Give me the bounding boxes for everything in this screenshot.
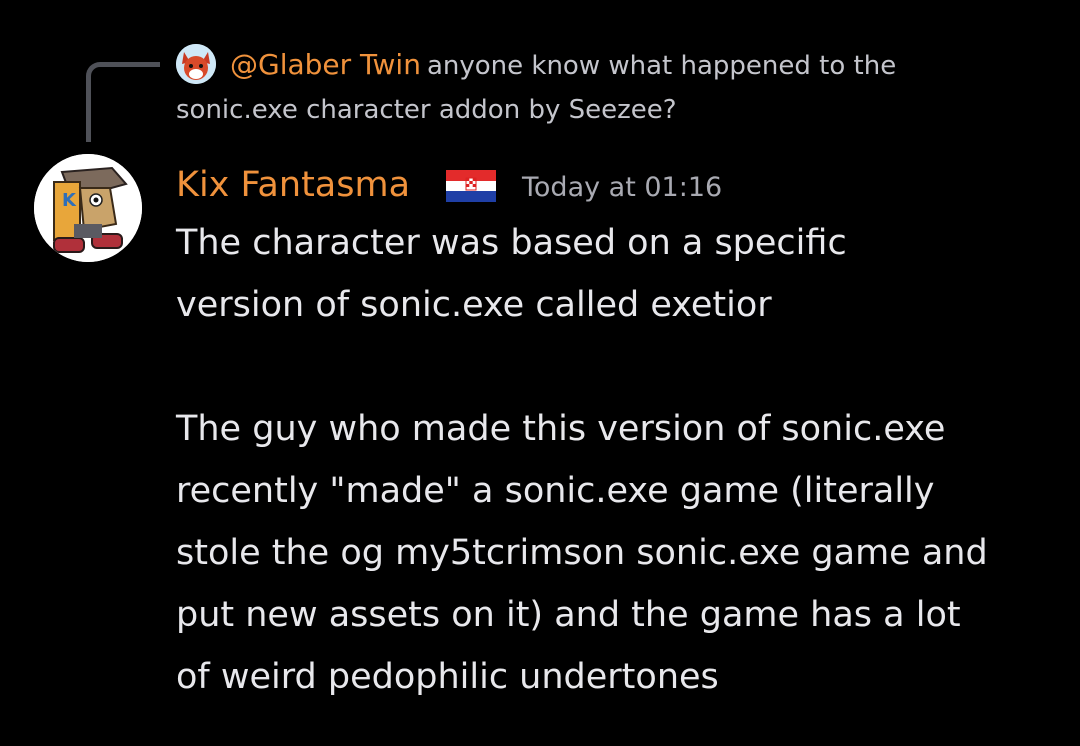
svg-text:K: K — [62, 190, 77, 211]
character-avatar-icon: K — [34, 154, 142, 262]
avatar[interactable]: K — [34, 154, 142, 262]
author-name[interactable]: Kix Fantasma — [176, 160, 410, 210]
message-line: stole the og my5tcrimson sonic.exe game … — [176, 533, 988, 573]
message-line: put new assets on it) and the game has a… — [176, 595, 961, 635]
reply-author[interactable]: @Glaber Twin — [230, 48, 421, 81]
message-line: of weird pedophilic undertones — [176, 657, 719, 697]
message-line: The guy who made this version of sonic.e… — [176, 409, 946, 449]
message-line: recently "made" a sonic.exe game (litera… — [176, 471, 935, 511]
message-body: The character was based on a specific ve… — [176, 212, 1056, 708]
message-header: Kix Fantasma Today at 01:16 — [176, 160, 1056, 210]
timestamp: Today at 01:16 — [522, 172, 723, 203]
reply-avatar[interactable] — [176, 44, 216, 84]
reply-connector — [86, 62, 160, 142]
reply-preview[interactable]: @Glaber Twin anyone know what happened to… — [230, 45, 1060, 86]
message-line: version of sonic.exe called exetior — [176, 285, 772, 325]
reply-text-continued: sonic.exe character addon by Seezee? — [176, 95, 677, 125]
fox-avatar-icon — [176, 44, 216, 84]
croatia-flag-icon — [446, 170, 496, 202]
reply-text: anyone know what happened to the — [426, 51, 897, 81]
message-line: The character was based on a specific — [176, 223, 847, 263]
